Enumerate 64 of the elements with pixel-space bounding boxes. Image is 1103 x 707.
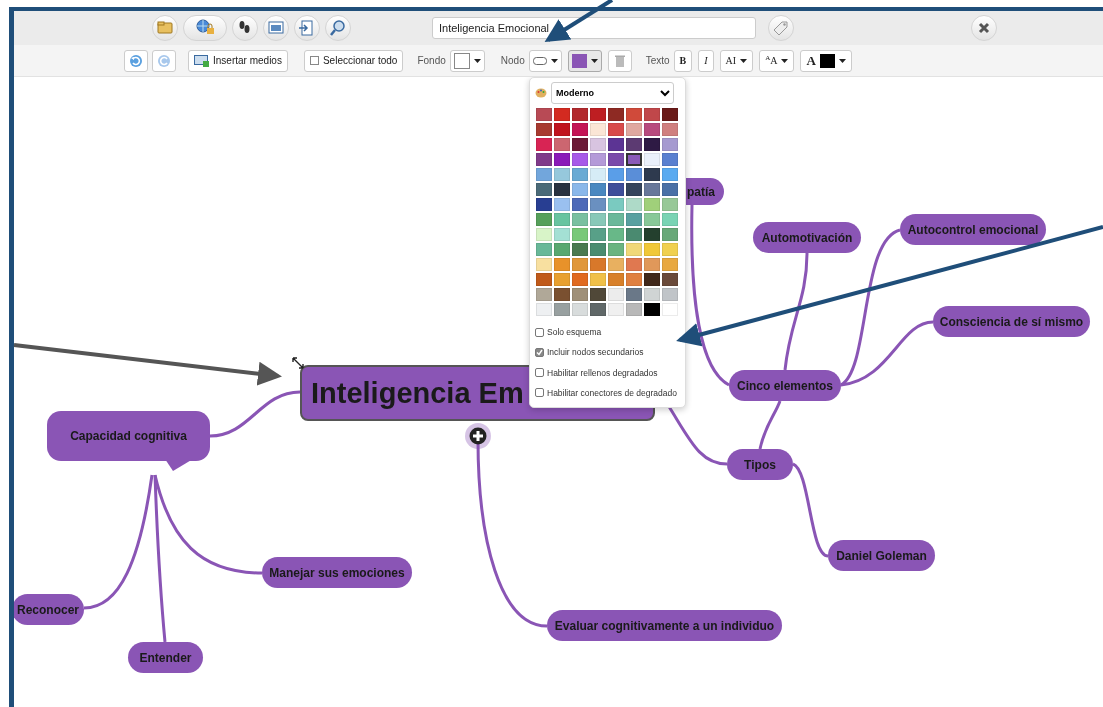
zoom-icon (328, 18, 348, 38)
text-label: Texto (645, 55, 670, 66)
globe-lock-button[interactable] (183, 15, 227, 41)
checkbox[interactable] (309, 56, 319, 65)
tag-icon (773, 20, 789, 36)
caret-icon (473, 58, 481, 63)
caret-icon (740, 58, 748, 63)
rounded-rectangle-icon (532, 55, 547, 66)
callout-tail (165, 459, 193, 471)
undo-button[interactable] (124, 49, 148, 72)
close-button[interactable] (971, 15, 997, 41)
title-field[interactable]: Inteligencia Emocional (432, 17, 756, 39)
option-label: Habilitar rellenos degradados (547, 367, 658, 378)
topic-node[interactable]: Daniel Goleman (828, 540, 935, 571)
insert-media-button[interactable]: Insertar medios (188, 49, 288, 72)
topic-node[interactable]: Cinco elementos (729, 370, 841, 401)
redo-icon (156, 52, 172, 69)
checkbox[interactable] (535, 327, 544, 337)
palette-icon (535, 87, 547, 99)
topic-node[interactable]: Automotivación (753, 222, 861, 253)
checkbox[interactable] (535, 388, 544, 398)
node-shape-dropdown[interactable] (528, 49, 562, 72)
option-label: Solo esquema (547, 327, 602, 338)
checkbox[interactable] (535, 368, 544, 378)
background-label: Fondo (417, 55, 446, 66)
export-button[interactable] (294, 15, 320, 41)
select-all-button[interactable]: Seleccionar todo (303, 49, 404, 72)
tag-button[interactable] (768, 15, 794, 41)
caret-icon (590, 58, 598, 63)
close-icon (978, 22, 990, 34)
font-case-dropdown[interactable]: $^{A}$A (759, 49, 795, 72)
topic-node[interactable]: Manejar sus emociones (262, 557, 412, 588)
option-label: Incluir nodos secundarios (547, 347, 644, 358)
zoom-button[interactable] (325, 15, 351, 41)
redo-button[interactable] (152, 49, 176, 72)
topic-node[interactable]: Entender (128, 642, 203, 673)
connector-line (758, 400, 782, 450)
resize-icon[interactable] (292, 357, 304, 369)
italic-button[interactable]: I (698, 49, 714, 72)
topic-node[interactable]: Autocontrol emocional (900, 214, 1046, 245)
delete-button[interactable] (607, 49, 632, 72)
caret-icon (838, 58, 846, 63)
font-size-dropdown[interactable]: AI (719, 49, 754, 72)
scheme-dropdown[interactable]: Moderno (551, 82, 674, 104)
topic-node[interactable]: Consciencia de sí mismo (933, 306, 1090, 337)
topic-node[interactable]: Evaluar cognitivamente a un individuo (547, 610, 782, 641)
topic-node[interactable]: Tipos (727, 449, 793, 480)
image-button[interactable] (263, 15, 289, 41)
node-color-dropdown[interactable] (567, 49, 602, 72)
text-color-dropdown[interactable]: A (800, 49, 852, 72)
node-label: Nodo (500, 55, 525, 66)
folder-button[interactable] (152, 15, 178, 41)
caret-icon (550, 58, 558, 63)
background-color-dropdown[interactable] (449, 49, 485, 72)
color-swatch[interactable] (626, 153, 642, 166)
footprints-button[interactable] (232, 15, 258, 41)
plus-icon (469, 427, 487, 445)
image-icon (194, 54, 209, 67)
topic-node[interactable]: Reconocer (14, 594, 84, 625)
checkbox[interactable] (535, 347, 544, 357)
bold-button[interactable]: B (673, 49, 693, 72)
add-node-button[interactable] (465, 423, 491, 449)
undo-icon (128, 52, 144, 69)
caret-icon (781, 58, 789, 63)
